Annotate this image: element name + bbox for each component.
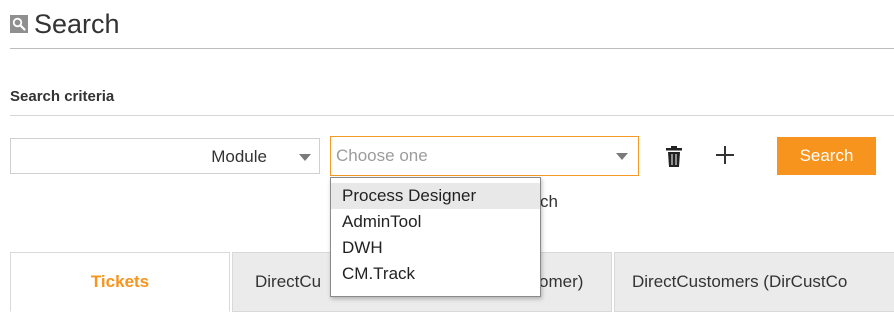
search-button[interactable]: Search bbox=[777, 137, 876, 175]
dropdown-option-admintool[interactable]: AdminTool bbox=[331, 209, 540, 235]
chevron-down-icon[interactable] bbox=[299, 154, 311, 161]
title-divider bbox=[10, 48, 894, 49]
tab-label: Tickets bbox=[90, 272, 150, 291]
value-select[interactable]: Choose one bbox=[330, 136, 639, 176]
tab-label: DirectCu bbox=[255, 272, 322, 291]
tab-label: DirectCustomers (DirCustCo bbox=[632, 272, 848, 291]
page-title: Search bbox=[34, 8, 120, 39]
field-select-value: Module bbox=[211, 147, 267, 166]
dropdown-option-cm-track[interactable]: CM.Track bbox=[331, 261, 540, 287]
dropdown-option-dwh[interactable]: DWH bbox=[331, 235, 540, 261]
field-select[interactable]: Module bbox=[10, 138, 320, 174]
value-dropdown-list: Process Designer AdminTool DWH CM.Track bbox=[330, 177, 541, 297]
page-header: Search bbox=[10, 6, 120, 42]
search-icon bbox=[10, 15, 28, 33]
tab-directcustomers-dircustco[interactable]: DirectCustomers (DirCustCo bbox=[614, 252, 894, 312]
chevron-down-icon[interactable] bbox=[616, 153, 628, 160]
tab-label-suffix: omer) bbox=[539, 272, 584, 291]
partially-hidden-label: ch bbox=[540, 192, 558, 211]
value-select-placeholder: Choose one bbox=[336, 146, 428, 165]
section-divider bbox=[10, 115, 894, 116]
search-criteria-heading: Search criteria bbox=[10, 88, 115, 105]
dropdown-option-process-designer[interactable]: Process Designer bbox=[331, 183, 540, 209]
plus-icon[interactable] bbox=[714, 144, 736, 166]
tab-tickets[interactable]: Tickets bbox=[10, 252, 230, 312]
trash-icon[interactable] bbox=[666, 146, 682, 168]
